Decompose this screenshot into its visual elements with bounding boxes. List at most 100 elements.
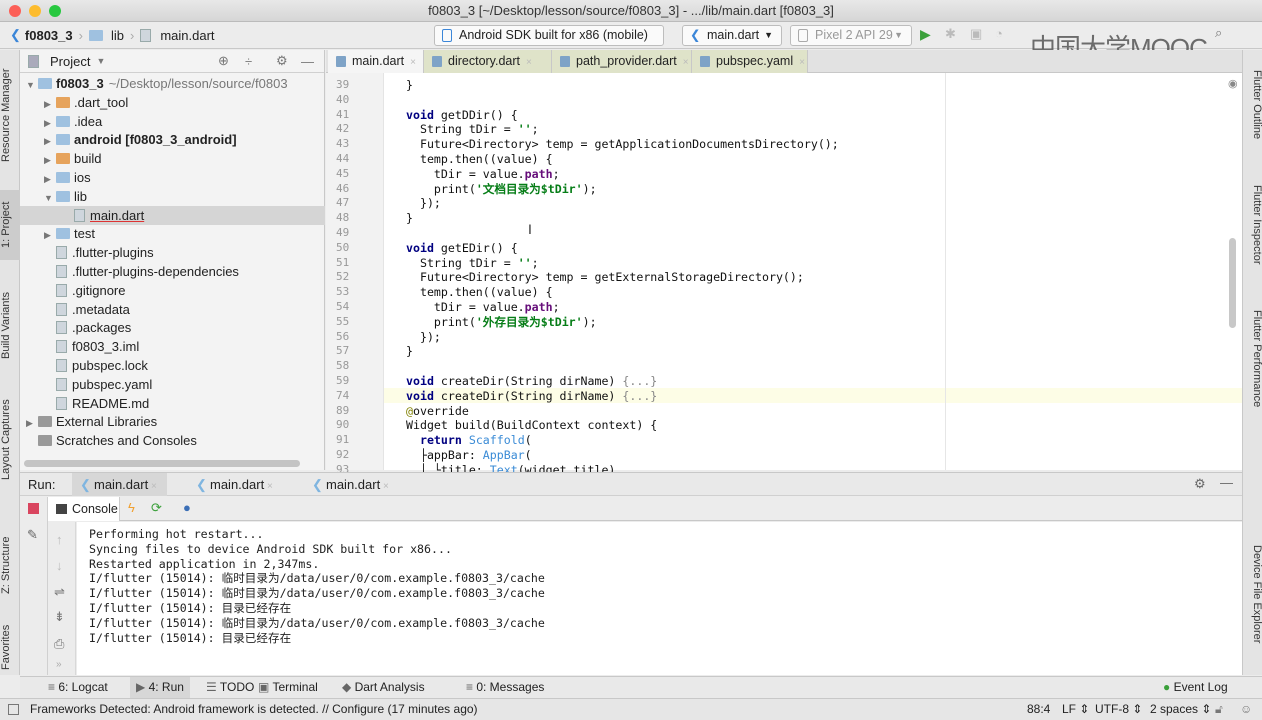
hide-icon[interactable]: — (301, 54, 314, 69)
tree-item[interactable]: .flutter-plugins-dependencies (20, 262, 325, 281)
tree-item[interactable]: f0803_3.iml (20, 337, 325, 356)
run-config-selector[interactable]: ❮ main.dart ▼ (682, 25, 782, 46)
tree-item[interactable]: pubspec.yaml (20, 375, 325, 394)
tool-project[interactable]: 1: Project (0, 190, 20, 260)
search-icon[interactable]: ⌕ (1215, 25, 1222, 41)
tree-item[interactable]: ▶ build (20, 149, 325, 168)
window-title: f0803_3 [~/Desktop/lesson/source/f0803_3… (428, 3, 834, 18)
hot-restart-icon[interactable]: ⟳ (151, 500, 162, 516)
tool-windows-icon[interactable] (8, 704, 19, 715)
event-log-button[interactable]: ● Event Log (1163, 677, 1228, 698)
close-window-button[interactable] (9, 5, 21, 17)
run-tab[interactable]: ❮ main.dart × (72, 473, 167, 496)
tab-directory-dart[interactable]: directory.dart × (424, 50, 552, 73)
bottom-tab[interactable]: ▶ 4: Run (130, 677, 190, 698)
tree-item[interactable]: .flutter-plugins (20, 243, 325, 262)
tree-item[interactable]: .metadata (20, 300, 325, 319)
tool-favorites[interactable]: Favorites (0, 620, 20, 675)
run-tab[interactable]: ❮ main.dart × (188, 473, 283, 496)
tree-item[interactable]: .packages (20, 318, 325, 337)
bottom-tab[interactable]: ▣ Terminal (252, 677, 324, 698)
collapse-all-icon[interactable]: ÷ (245, 54, 252, 69)
tool-device-file-explorer[interactable]: Device File Explorer (1245, 545, 1262, 665)
tree-item[interactable]: ▶ test (20, 224, 325, 243)
close-tab-icon[interactable]: × (410, 57, 416, 68)
debug-icon[interactable]: ✱ (945, 26, 956, 42)
minimize-window-button[interactable] (29, 5, 41, 17)
tree-item[interactable]: pubspec.lock (20, 356, 325, 375)
stop-icon[interactable] (28, 503, 39, 514)
run-icon[interactable]: ▶ (920, 26, 931, 43)
devtools-icon[interactable]: ● (183, 500, 191, 515)
tool-flutter-inspector[interactable]: Flutter Inspector (1245, 185, 1262, 285)
device-selector[interactable]: Android SDK built for x86 (mobile) ▼ (434, 25, 664, 59)
tab-path_provider-dart[interactable]: path_provider.dart × (552, 50, 692, 73)
line-separator[interactable]: LF ⇕ (1062, 699, 1089, 720)
breadcrumb-file[interactable]: main.dart (140, 28, 215, 43)
locate-icon[interactable]: ⊕ (218, 53, 229, 69)
tree-item[interactable]: README.md (20, 394, 325, 413)
code-editor[interactable]: 39 40 41 42 43 44 45 46 47 48 49 50 51 52 53 54 55 56 57 58… (326, 73, 1242, 477)
hot-reload-icon[interactable]: ϟ (128, 500, 135, 515)
tool-build-variants[interactable]: Build Variants (0, 280, 20, 370)
vertical-scrollbar[interactable] (1229, 238, 1236, 328)
pin-icon[interactable]: ✎ (27, 527, 38, 543)
tab-main-dart[interactable]: main.dart × (328, 50, 424, 73)
caret-position[interactable]: 88:4 (1027, 699, 1050, 720)
run-tab[interactable]: ❮ main.dart × (304, 473, 399, 496)
gear-icon[interactable]: ⚙ (1194, 476, 1206, 492)
horizontal-scrollbar[interactable] (24, 460, 300, 467)
close-tab-icon[interactable]: × (264, 481, 273, 492)
profile-icon[interactable]: ◔ (995, 26, 1003, 41)
tree-item[interactable]: main.dart (20, 205, 325, 225)
up-arrow-icon[interactable]: ↑ (56, 532, 63, 547)
tree-item[interactable]: ▼ lib (20, 187, 325, 206)
close-tab-icon[interactable]: × (380, 481, 389, 492)
tool-layout-captures[interactable]: Layout Captures (0, 390, 20, 490)
print-icon[interactable]: ⎙ (54, 636, 64, 652)
project-view-selector[interactable]: Project (50, 54, 90, 69)
close-tab-icon[interactable]: × (799, 57, 805, 68)
maximize-window-button[interactable] (49, 5, 61, 17)
breadcrumb-lib[interactable]: lib (88, 28, 124, 43)
tree-item[interactable]: Scratches and Consoles (20, 431, 325, 450)
tree-item[interactable]: ▶ External Libraries (20, 412, 325, 431)
tool-flutter-performance[interactable]: Flutter Performance (1245, 310, 1262, 430)
lock-icon[interactable]: 🔓︎ (1215, 699, 1223, 720)
tool-structure[interactable]: Z: Structure (0, 520, 20, 610)
bottom-tab[interactable]: ≡ 0: Messages (460, 677, 550, 698)
tool-resource-manager[interactable]: Resource Manager (0, 60, 20, 170)
close-tab-icon[interactable]: × (526, 57, 532, 68)
tree-item[interactable]: .gitignore (20, 281, 325, 300)
tree-item[interactable]: ▶ .dart_tool (20, 93, 325, 112)
bottom-tab[interactable]: ◆ Dart Analysis (336, 677, 431, 698)
emulator-selector[interactable]: Pixel 2 API 29 ▼ (790, 25, 912, 46)
tree-item[interactable]: ▶ ios (20, 168, 325, 187)
down-arrow-icon[interactable]: ↓ (56, 558, 63, 573)
indent-setting[interactable]: 2 spaces ⇕ (1150, 699, 1211, 720)
file-encoding[interactable]: UTF-8 ⇕ (1095, 699, 1142, 720)
eye-icon[interactable]: ◉ (1228, 77, 1238, 90)
close-tab-icon[interactable]: × (683, 57, 689, 68)
tab-console[interactable]: Console (48, 497, 120, 521)
bottom-tab[interactable]: ≡ 6: Logcat (42, 677, 114, 698)
gear-icon[interactable]: ⚙ (276, 53, 288, 69)
scroll-to-end-icon[interactable]: ⇟ (54, 609, 65, 625)
dart-file-icon (336, 56, 346, 67)
phone-icon (442, 29, 452, 42)
hide-icon[interactable]: — (1220, 475, 1233, 490)
tool-flutter-outline[interactable]: Flutter Outline (1245, 70, 1262, 160)
attach-icon[interactable]: ▣ (970, 26, 982, 42)
more-icon[interactable]: » (56, 659, 62, 670)
inspector-icon[interactable]: ☺ (1240, 699, 1252, 720)
status-message[interactable]: Frameworks Detected: Android framework i… (30, 699, 478, 720)
close-tab-icon[interactable]: × (148, 481, 157, 492)
soft-wrap-icon[interactable]: ⇌ (54, 584, 65, 600)
tree-item[interactable]: ▶ .idea (20, 112, 325, 131)
breadcrumb-project[interactable]: ❮ f0803_3 (10, 27, 73, 43)
tree-item[interactable]: ▼ f0803_3 ~/Desktop/lesson/source/f0803 (20, 74, 325, 93)
console-output[interactable]: Performing hot restart... Syncing files t… (77, 522, 1242, 675)
tab-pubspec-yaml[interactable]: pubspec.yaml × (692, 50, 808, 73)
tree-item[interactable]: ▶ android [f0803_3_android] (20, 130, 325, 149)
